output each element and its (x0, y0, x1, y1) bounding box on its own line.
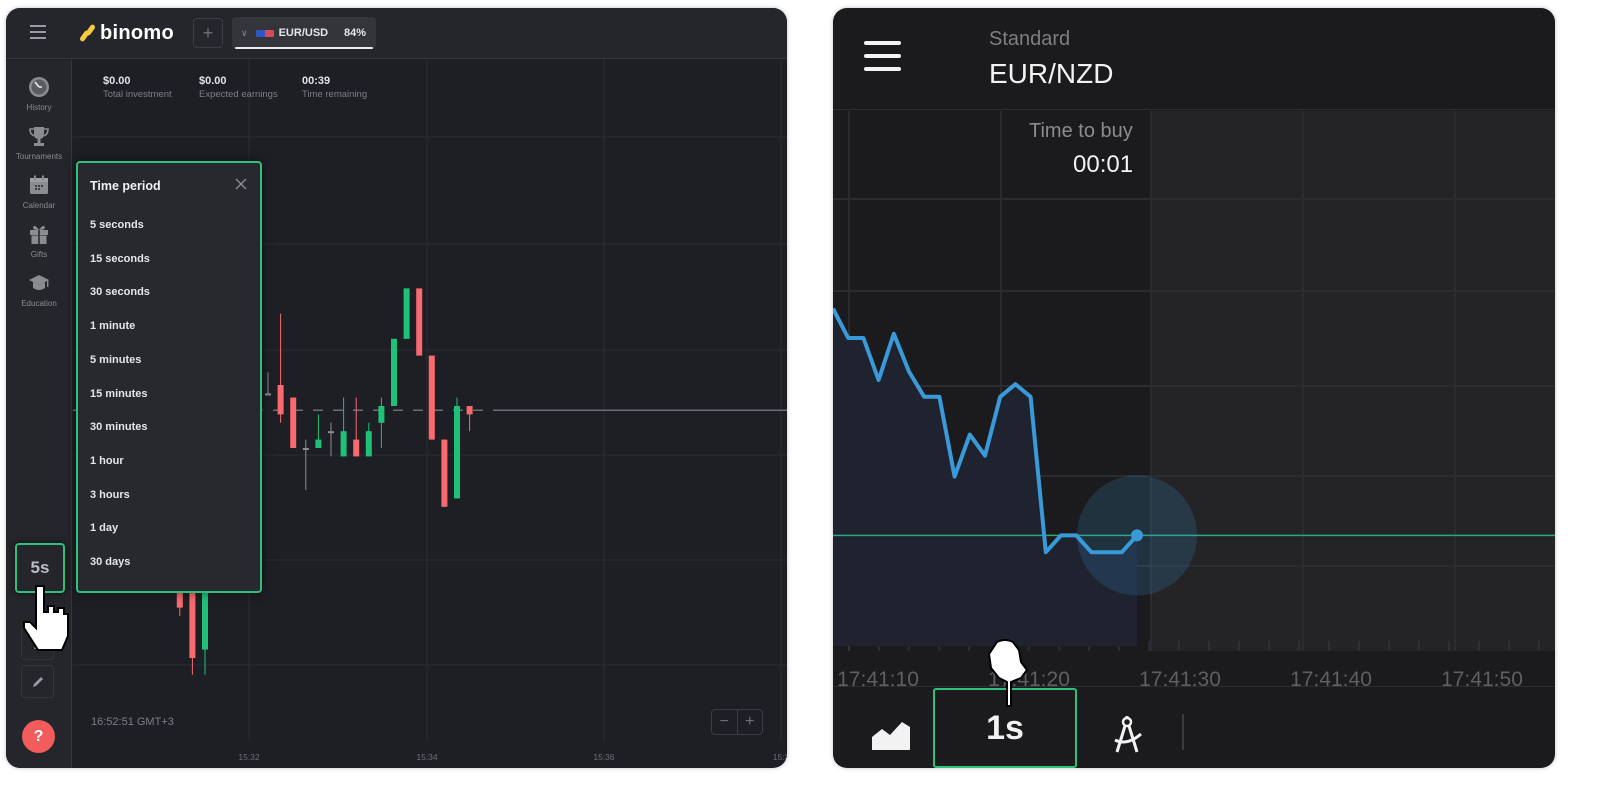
expected-earnings: $0.00 Expected earnings (199, 75, 278, 100)
chart-zoom-control: − + (711, 709, 763, 735)
chevron-down-icon: ∨ (241, 27, 248, 38)
sidebar-item-history[interactable]: History (6, 76, 72, 112)
time-period-option[interactable]: 5 seconds (90, 219, 144, 231)
binomo-mobile-panel: Standard EUR/NZD Time to buy 00:01 17:41… (833, 8, 1555, 768)
candle-body (416, 288, 423, 356)
candle-body (353, 439, 360, 457)
hand-pointer-cursor-icon (987, 639, 1029, 707)
candle-body (441, 439, 448, 507)
drawing-tools-compass-icon[interactable] (1113, 716, 1143, 754)
time-period-option[interactable]: 1 hour (90, 455, 124, 467)
active-tab-indicator (235, 47, 373, 49)
expected-earnings-label: Expected earnings (199, 89, 278, 100)
brand-logo: binomo (79, 20, 175, 46)
time-period-option[interactable]: 30 minutes (90, 421, 147, 433)
x-tick-label: 15:32 (238, 752, 260, 762)
sidebar-item-label: Education (21, 299, 57, 308)
brand-name: binomo (100, 21, 175, 44)
candle-body (290, 397, 297, 448)
candle-body (340, 431, 347, 457)
binomo-web-panel: binomo + ∨ EUR/USD 84% History Tournamen… (6, 8, 787, 768)
add-asset-button[interactable]: + (193, 18, 223, 48)
asset-payout: 84% (343, 27, 366, 39)
total-investment-value: $0.00 (103, 75, 131, 87)
pencil-icon (32, 676, 43, 687)
top-bar: binomo + ∨ EUR/USD 84% (6, 8, 787, 59)
trophy-icon (29, 127, 49, 146)
help-button[interactable]: ? (22, 720, 55, 753)
time-to-buy-label: Time to buy (1029, 120, 1133, 142)
sidebar-item-calendar[interactable]: Calendar (6, 174, 72, 210)
x-tick-label: 15:3 (772, 752, 787, 762)
candle-body (328, 431, 334, 434)
sidebar-item-label: Gifts (30, 250, 48, 259)
x-tick-label: 15:34 (416, 752, 438, 762)
candle-body (189, 590, 196, 658)
time-period-option[interactable]: 15 minutes (90, 388, 147, 400)
area-chart[interactable]: Time to buy 00:01 17:41:10 17:41:20 17:4… (833, 111, 1555, 691)
time-period-option[interactable]: 1 minute (90, 320, 135, 332)
candle-body (265, 393, 271, 396)
time-period-popup: Time period 5 seconds 15 seconds 30 second… (76, 161, 262, 593)
time-period-option[interactable]: 1 day (90, 522, 118, 534)
hand-pointer-cursor-icon (23, 585, 69, 651)
calendar-icon (30, 175, 48, 194)
candle-body (277, 385, 284, 415)
clock-icon (29, 77, 49, 97)
menu-icon[interactable] (864, 41, 901, 75)
time-period-option[interactable]: 3 hours (90, 489, 130, 501)
zoom-in-button[interactable]: + (738, 710, 763, 734)
current-point (1131, 529, 1143, 542)
time-period-option[interactable]: 5 minutes (90, 354, 141, 366)
menu-icon[interactable] (30, 25, 46, 39)
close-icon[interactable] (234, 177, 248, 191)
chart-type-area-icon[interactable] (872, 719, 910, 750)
gift-icon (30, 225, 48, 244)
time-to-buy-value: 00:01 (1073, 151, 1134, 178)
asset-tab-eurusd[interactable]: ∨ EUR/USD 84% (232, 17, 376, 49)
sidebar-item-gifts[interactable]: Gifts (6, 223, 72, 259)
binomo-mark-icon (79, 22, 96, 44)
candle-body (403, 288, 410, 339)
total-investment-label: Total investment (103, 89, 172, 100)
time-remaining-label: Time remaining (302, 89, 368, 100)
flag-icon (255, 29, 274, 37)
sidebar-item-tournaments[interactable]: Tournaments (6, 125, 72, 161)
sidebar-item-education[interactable]: Education (6, 272, 72, 308)
sidebar-item-label: Calendar (22, 201, 56, 210)
time-period-option[interactable]: 30 seconds (90, 286, 150, 298)
candle-body (302, 448, 309, 450)
total-investment: $0.00 Total investment (103, 75, 172, 100)
candle-body (315, 439, 322, 448)
future-region (1151, 111, 1555, 651)
time-period-option[interactable]: 30 days (90, 556, 130, 568)
sidebar-item-label: History (26, 103, 52, 112)
x-tick-label: 15:36 (593, 752, 615, 762)
area-chart-canvas (833, 111, 1555, 651)
mobile-header: Standard EUR/NZD (833, 8, 1555, 110)
area-fill (833, 308, 1137, 646)
server-clock: 16:52:51 GMT+3 (91, 716, 174, 728)
toolbar-divider (1182, 714, 1184, 750)
time-remaining: 00:39 Time remaining (302, 75, 367, 100)
candle-body (391, 338, 397, 406)
zoom-out-button[interactable]: − (712, 710, 738, 734)
expected-earnings-value: $0.00 (199, 75, 227, 87)
popup-title: Time period (90, 179, 161, 193)
asset-pair[interactable]: EUR/NZD (989, 58, 1113, 90)
account-type: Standard (989, 28, 1071, 50)
candle-body (466, 406, 473, 415)
time-remaining-value: 00:39 (302, 75, 331, 87)
candle-body (365, 431, 372, 457)
time-period-option[interactable]: 15 seconds (90, 253, 150, 265)
sidebar-item-label: Tournaments (15, 152, 63, 161)
asset-pair: EUR/USD (278, 27, 329, 39)
candle-body (428, 355, 435, 440)
candle-body (454, 406, 460, 499)
sidebar: History Tournaments Calendar Gifts Educa… (6, 60, 72, 768)
graduation-cap-icon (29, 275, 49, 290)
drawing-tools-button[interactable] (21, 665, 54, 698)
candle-body (378, 406, 385, 423)
